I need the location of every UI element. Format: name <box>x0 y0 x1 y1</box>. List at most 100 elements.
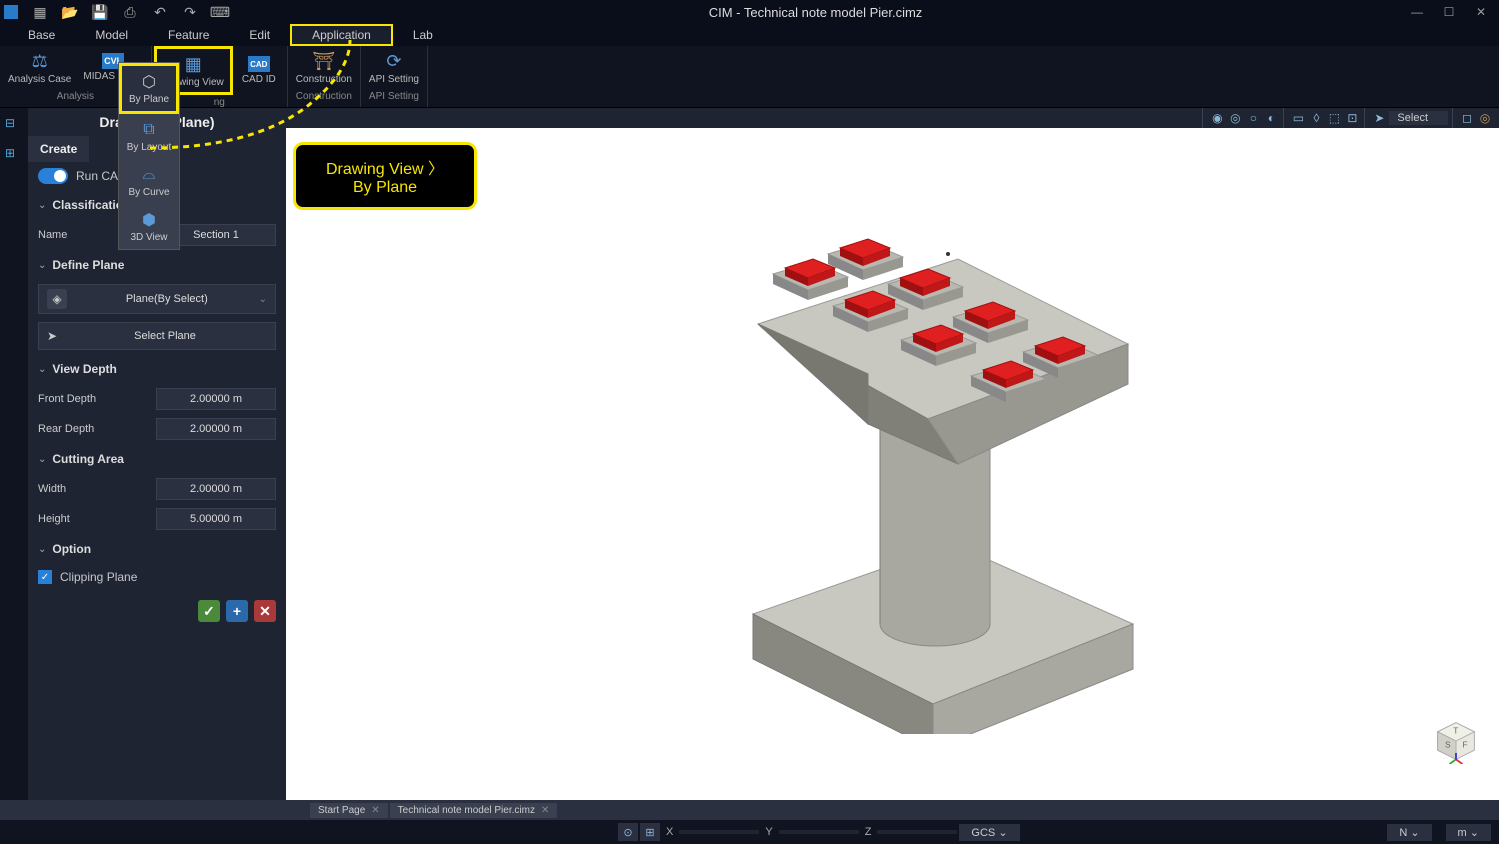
by-layout-option[interactable]: ⧉ By Layout <box>119 114 179 159</box>
app-icon[interactable] <box>4 5 18 19</box>
3d-viewport[interactable]: ◉ ◎ ○ ◐ ▭ ◊ ⬚ ⊡ ➤ Select ◻ ◎ <box>286 108 1499 800</box>
n-dropdown[interactable]: N ⌄ <box>1387 824 1431 841</box>
sphere-icon[interactable]: ◉ <box>1209 110 1225 126</box>
menu-lab[interactable]: Lab <box>393 26 453 44</box>
cutting-area-header[interactable]: ⌄ Cutting Area <box>28 444 286 474</box>
chevron-down-icon: ⌄ <box>259 294 267 305</box>
height-input[interactable] <box>156 508 276 530</box>
open-icon[interactable]: 📂 <box>62 4 78 20</box>
plane-method-dropdown[interactable]: ◈ Plane(By Select) ⌄ <box>38 284 276 314</box>
menu-application[interactable]: Application <box>290 24 393 46</box>
document-tabs: Start Page ✕ Technical note model Pier.c… <box>0 800 1499 820</box>
width-input[interactable] <box>156 478 276 500</box>
viewport-toolbar: ◉ ◎ ○ ◐ ▭ ◊ ⬚ ⊡ ➤ Select ◻ ◎ <box>286 108 1499 128</box>
x-coord <box>679 830 759 834</box>
select-plane-button[interactable]: ➤ Select Plane <box>38 322 276 350</box>
layout-icon: ⧉ <box>137 120 161 140</box>
3d-view-option[interactable]: ⬢ 3D View <box>119 204 179 249</box>
close-icon[interactable]: ✕ <box>541 805 549 816</box>
menu-base[interactable]: Base <box>8 26 75 44</box>
analysis-case-button[interactable]: ⚖ Analysis Case <box>2 46 77 89</box>
menu-model[interactable]: Model <box>75 26 148 44</box>
square-icon[interactable]: ◻ <box>1459 110 1475 126</box>
statusbar: ⊙ ⊞ X Y Z GCS ⌄ N ⌄ m ⌄ <box>0 820 1499 844</box>
grid-icon[interactable]: ⊞ <box>5 146 23 164</box>
redo-icon[interactable]: ↷ <box>182 4 198 20</box>
option-header[interactable]: ⌄ Option <box>28 534 286 564</box>
curve-icon: ⌓ <box>137 165 161 185</box>
close-button[interactable]: ✕ <box>1467 2 1495 22</box>
select4-icon[interactable]: ⊡ <box>1344 110 1360 126</box>
cursor-icon[interactable]: ➤ <box>1371 110 1387 126</box>
by-curve-option[interactable]: ⌓ By Curve <box>119 159 179 204</box>
pier-model <box>643 174 1143 734</box>
analysis-icon: ⚖ <box>26 50 54 72</box>
rear-depth-input[interactable] <box>156 418 276 440</box>
svg-text:F: F <box>1462 740 1467 749</box>
close-icon[interactable]: ✕ <box>371 805 379 816</box>
x-label: X <box>662 826 677 838</box>
by-plane-option[interactable]: ⬡ By Plane <box>119 63 179 114</box>
api-icon: ⟳ <box>380 50 408 72</box>
define-plane-header[interactable]: ⌄ Define Plane <box>28 250 286 280</box>
construction-button[interactable]: ⛩ Construction <box>290 46 358 89</box>
svg-text:S: S <box>1445 740 1451 749</box>
rear-depth-label: Rear Depth <box>38 423 148 435</box>
drawing-view-icon: ▦ <box>179 53 207 75</box>
add-button[interactable]: + <box>226 600 248 622</box>
cad-id-button[interactable]: CAD CAD ID <box>233 46 285 95</box>
y-coord <box>779 830 859 834</box>
svg-text:T: T <box>1453 727 1458 736</box>
height-label: Height <box>38 513 148 525</box>
y-label: Y <box>761 826 776 838</box>
menu-feature[interactable]: Feature <box>148 26 229 44</box>
cube-icon: ⬡ <box>137 72 161 92</box>
tab-model[interactable]: Technical note model Pier.cimz ✕ <box>390 803 558 818</box>
undo-icon[interactable]: ↶ <box>152 4 168 20</box>
cursor-icon: ➤ <box>47 329 63 343</box>
construction-icon: ⛩ <box>310 50 338 72</box>
left-toolbar: ⊟ ⊞ <box>0 108 28 800</box>
ribbon: ⚖ Analysis Case CVL MIDAS CIVIL Analysis… <box>0 46 1499 108</box>
sphere4-icon[interactable]: ◐ <box>1263 110 1279 126</box>
create-tab[interactable]: Create <box>28 136 89 162</box>
clipping-plane-label: Clipping Plane <box>60 570 137 584</box>
3d-icon: ⬢ <box>137 210 161 230</box>
select2-icon[interactable]: ◊ <box>1308 110 1324 126</box>
chevron-down-icon: ⌄ <box>38 454 46 465</box>
ok-button[interactable]: ✓ <box>198 600 220 622</box>
target-icon[interactable]: ◎ <box>1477 110 1493 126</box>
cube-icon: ◈ <box>47 289 67 309</box>
width-label: Width <box>38 483 148 495</box>
select-mode-dropdown[interactable]: Select <box>1389 111 1448 125</box>
new-icon[interactable]: ▦ <box>32 4 48 20</box>
z-coord <box>877 830 957 834</box>
front-depth-input[interactable] <box>156 388 276 410</box>
window-title: CIM - Technical note model Pier.cimz <box>228 5 1403 20</box>
callout-tooltip: Drawing View 〉 By Plane <box>293 142 477 210</box>
run-cad-toggle[interactable] <box>38 168 68 184</box>
save-icon[interactable]: 💾 <box>92 4 108 20</box>
sphere3-icon[interactable]: ○ <box>1245 110 1261 126</box>
snap-icon[interactable]: ⊙ <box>618 823 638 841</box>
maximize-button[interactable]: ☐ <box>1435 2 1463 22</box>
menubar: Base Model Feature Edit Application Lab <box>0 24 1499 46</box>
cancel-button[interactable]: ✕ <box>254 600 276 622</box>
api-setting-button[interactable]: ⟳ API Setting <box>363 46 425 89</box>
tab-start-page[interactable]: Start Page ✕ <box>310 803 388 818</box>
view-cube[interactable]: S F T <box>1433 718 1479 764</box>
tree-icon[interactable]: ⊟ <box>5 116 23 134</box>
minimize-button[interactable]: — <box>1403 2 1431 22</box>
select-icon[interactable]: ▭ <box>1290 110 1306 126</box>
menu-edit[interactable]: Edit <box>229 26 290 44</box>
front-depth-label: Front Depth <box>38 393 148 405</box>
keyboard-icon[interactable]: ⌨ <box>212 4 228 20</box>
grid-snap-icon[interactable]: ⊞ <box>640 823 660 841</box>
view-depth-header[interactable]: ⌄ View Depth <box>28 354 286 384</box>
saveas-icon[interactable]: ⎙ <box>122 4 138 20</box>
clipping-plane-checkbox[interactable]: ✓ <box>38 570 52 584</box>
sphere2-icon[interactable]: ◎ <box>1227 110 1243 126</box>
m-dropdown[interactable]: m ⌄ <box>1446 824 1491 841</box>
select3-icon[interactable]: ⬚ <box>1326 110 1342 126</box>
gcs-dropdown[interactable]: GCS ⌄ <box>959 824 1019 841</box>
